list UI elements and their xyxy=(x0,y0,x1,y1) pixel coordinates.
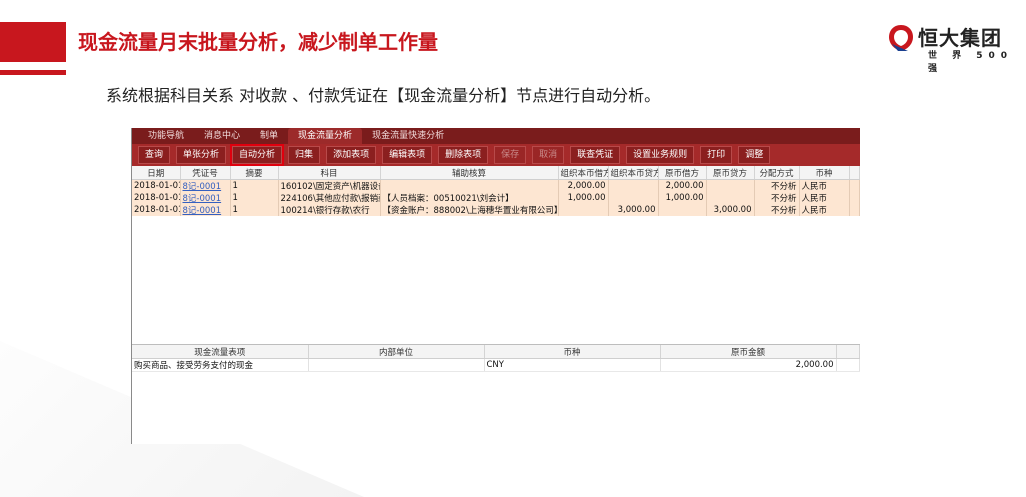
cell-summary: 1 xyxy=(230,179,279,192)
cell-org-debit xyxy=(558,204,609,216)
tab-function-nav[interactable]: 功能导航 xyxy=(138,128,194,144)
cell-voucher-link[interactable]: 8记-0001 xyxy=(180,204,231,216)
cell-currency: CNY xyxy=(484,358,661,372)
cell-orig-debit: 1,000.00 xyxy=(658,192,707,204)
column-header[interactable]: 现金流量表项 xyxy=(132,345,309,359)
app-window: 功能导航 消息中心 制单 现金流量分析 现金流量快速分析 查询 单张分析 自动分… xyxy=(131,128,860,444)
cashflow-item-grid: 现金流量表项 内部单位 币种 原币金额 购买商品、接受劳务支付的现金 CNY 2… xyxy=(132,344,860,372)
cell-aux: 【资金账户：888002\上海穗华置业有限公司】 xyxy=(380,204,559,216)
edit-item-button[interactable]: 编辑表项 xyxy=(382,146,433,164)
tab-bar: 功能导航 消息中心 制单 现金流量分析 现金流量快速分析 xyxy=(132,128,860,144)
cell-filler xyxy=(836,358,860,372)
cell-voucher-link[interactable]: 8记-0001 xyxy=(180,179,231,192)
cell-org-debit: 2,000.00 xyxy=(558,179,609,192)
cell-summary: 1 xyxy=(230,192,279,204)
title-accent-bar xyxy=(0,22,66,62)
column-header-filler xyxy=(836,345,860,359)
cell-internal-unit[interactable] xyxy=(308,358,485,372)
cashflow-item-table: 现金流量表项 内部单位 币种 原币金额 购买商品、接受劳务支付的现金 CNY 2… xyxy=(132,345,860,372)
voucher-grid: 日期 凭证号 摘要 科目 辅助核算 组织本币借方 组织本币贷方 原币借方 原币贷… xyxy=(132,166,860,344)
table-row[interactable]: 2018-01-01 8记-0001 1 160102\固定资产\机器设备 2,… xyxy=(132,179,860,192)
table-row[interactable]: 2018-01-01 8记-0001 1 224106\其他应付款\报销款 【人… xyxy=(132,192,860,204)
column-header[interactable]: 分配方式 xyxy=(754,166,800,180)
toolbar: 查询 单张分析 自动分析 归集 添加表项 编辑表项 删除表项 保存 取消 联查凭… xyxy=(132,144,860,166)
logo-subtext: 世 界 500 强 xyxy=(928,51,1014,74)
column-header-filler xyxy=(849,166,860,180)
adjust-button[interactable]: 调整 xyxy=(738,146,771,164)
column-header[interactable]: 内部单位 xyxy=(308,345,485,359)
cell-org-credit: 3,000.00 xyxy=(608,204,659,216)
cell-org-debit: 1,000.00 xyxy=(558,192,609,204)
column-header[interactable]: 摘要 xyxy=(230,166,279,180)
cell-orig-debit: 2,000.00 xyxy=(658,179,707,192)
column-header[interactable]: 币种 xyxy=(799,166,850,180)
title-accent-line xyxy=(0,70,66,75)
cell-filler xyxy=(849,204,860,216)
single-analysis-button[interactable]: 单张分析 xyxy=(176,146,227,164)
cell-voucher-link[interactable]: 8记-0001 xyxy=(180,192,231,204)
business-rules-button[interactable]: 设置业务规则 xyxy=(626,146,695,164)
cell-filler xyxy=(849,179,860,192)
tab-cashflow-analysis[interactable]: 现金流量分析 xyxy=(288,128,363,144)
column-header[interactable]: 组织本币贷方 xyxy=(608,166,659,180)
cell-orig-credit: 3,000.00 xyxy=(706,204,755,216)
cell-orig-debit xyxy=(658,204,707,216)
cell-date: 2018-01-01 xyxy=(132,204,181,216)
add-item-button[interactable]: 添加表项 xyxy=(326,146,377,164)
cell-amount[interactable]: 2,000.00 xyxy=(660,358,837,372)
cell-orig-credit xyxy=(706,192,755,204)
slide-subtitle: 系统根据科目关系 对收款 、付款凭证在【现金流量分析】节点进行自动分析。 xyxy=(106,86,661,105)
logo-name: 恒大集团 xyxy=(918,26,1002,50)
company-logo: 恒大集团 世 界 500 强 xyxy=(888,20,1018,74)
cell-method[interactable]: 不分析 xyxy=(754,192,800,204)
cell-date: 2018-01-01 xyxy=(132,179,181,192)
cell-account: 100214\银行存款\农行 xyxy=(278,204,381,216)
cell-org-credit xyxy=(608,192,659,204)
column-header[interactable]: 原币金额 xyxy=(660,345,837,359)
column-header[interactable]: 科目 xyxy=(278,166,381,180)
delete-item-button[interactable]: 删除表项 xyxy=(438,146,489,164)
cell-method[interactable]: 不分析 xyxy=(754,179,800,192)
cell-currency: 人民币 xyxy=(799,204,850,216)
tab-voucher-entry[interactable]: 制单 xyxy=(250,128,288,144)
collect-button[interactable]: 归集 xyxy=(288,146,321,164)
column-header[interactable]: 组织本币借方 xyxy=(558,166,609,180)
column-header[interactable]: 币种 xyxy=(484,345,661,359)
column-header[interactable]: 原币借方 xyxy=(658,166,707,180)
column-header[interactable]: 凭证号 xyxy=(180,166,231,180)
auto-analysis-button[interactable]: 自动分析 xyxy=(230,144,285,166)
cell-org-credit xyxy=(608,179,659,192)
column-header[interactable]: 原币贷方 xyxy=(706,166,755,180)
tab-message-center[interactable]: 消息中心 xyxy=(194,128,250,144)
save-button[interactable]: 保存 xyxy=(494,146,527,164)
cell-currency: 人民币 xyxy=(799,192,850,204)
cell-summary: 1 xyxy=(230,204,279,216)
column-header[interactable]: 日期 xyxy=(132,166,181,180)
tab-cashflow-quick-analysis[interactable]: 现金流量快速分析 xyxy=(362,128,454,144)
column-header[interactable]: 辅助核算 xyxy=(380,166,559,180)
voucher-table: 日期 凭证号 摘要 科目 辅助核算 组织本币借方 组织本币贷方 原币借方 原币贷… xyxy=(132,166,860,216)
print-button[interactable]: 打印 xyxy=(700,146,733,164)
cell-date: 2018-01-01 xyxy=(132,192,181,204)
table-row[interactable]: 2018-01-01 8记-0001 1 100214\银行存款\农行 【资金账… xyxy=(132,204,860,216)
cell-currency: 人民币 xyxy=(799,179,850,192)
cancel-button[interactable]: 取消 xyxy=(532,146,565,164)
slide-title: 现金流量月末批量分析，减少制单工作量 xyxy=(78,30,438,54)
cell-cashflow-item[interactable]: 购买商品、接受劳务支付的现金 xyxy=(132,358,309,372)
cell-account: 224106\其他应付款\报销款 xyxy=(278,192,381,204)
logo-mark-icon xyxy=(889,25,913,51)
cell-aux: 【人员档案：00510021\刘会计】 xyxy=(380,192,559,204)
cell-method[interactable]: 不分析 xyxy=(754,204,800,216)
query-button[interactable]: 查询 xyxy=(138,146,171,164)
link-voucher-button[interactable]: 联查凭证 xyxy=(570,146,621,164)
table-header-row: 日期 凭证号 摘要 科目 辅助核算 组织本币借方 组织本币贷方 原币借方 原币贷… xyxy=(132,166,860,180)
table-header-row: 现金流量表项 内部单位 币种 原币金额 xyxy=(132,345,860,359)
cell-filler xyxy=(849,192,860,204)
cell-aux xyxy=(380,179,559,192)
table-row[interactable]: 购买商品、接受劳务支付的现金 CNY 2,000.00 xyxy=(132,358,860,372)
cell-orig-credit xyxy=(706,179,755,192)
cell-account: 160102\固定资产\机器设备 xyxy=(278,179,381,192)
